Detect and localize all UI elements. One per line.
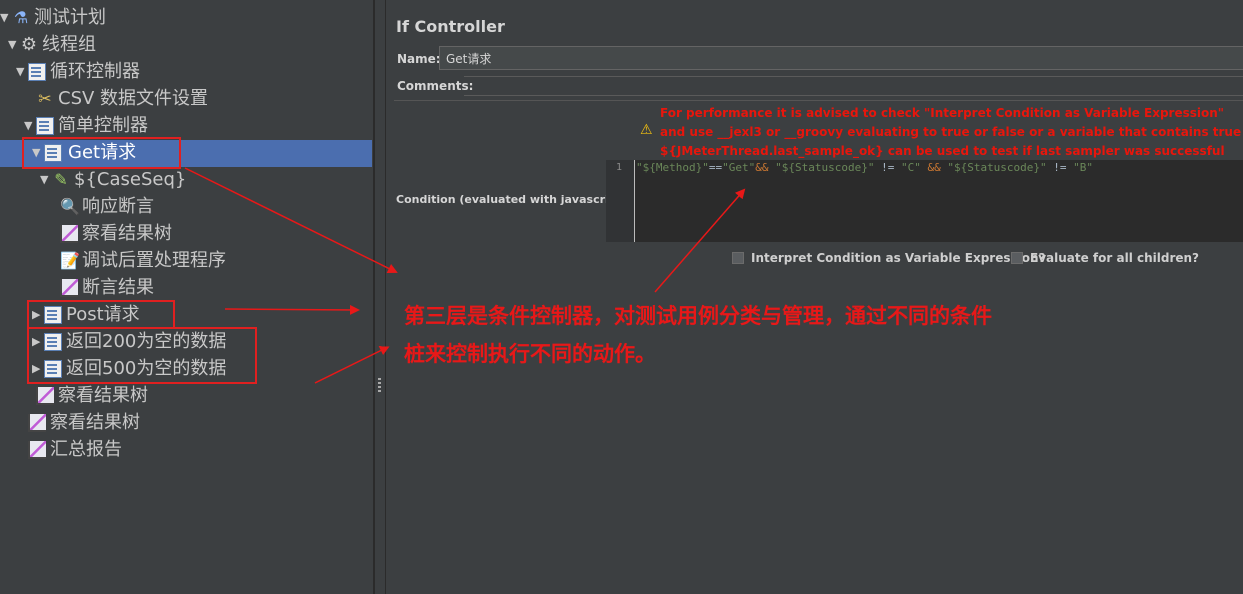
name-input[interactable] [439, 46, 1243, 70]
line-gutter: 1 [606, 160, 635, 242]
warning-icon: ⚠ [640, 122, 653, 138]
interpret-checkbox-label: Interpret Condition as Variable Expressi… [751, 251, 1046, 265]
graph-icon [28, 441, 46, 459]
comments-input[interactable] [464, 76, 1243, 96]
magnifier-icon: 🔍 [60, 197, 80, 216]
warning-line-3: ${JMeterThread.last_sample_ok} can be us… [660, 144, 1225, 158]
condition-editor[interactable]: 1 "${Method}"=="Get"&& "${Statuscode}" !… [606, 160, 1243, 242]
tree-node-view-results-tree-2[interactable]: 察看结果树 [24, 383, 148, 409]
comments-label: Comments: [397, 79, 474, 93]
annotation-text-line-2: 桩来控制执行不同的动作。 [404, 342, 656, 366]
tree-node-view-results-tree-1[interactable]: 察看结果树 [48, 221, 172, 247]
controller-icon [28, 63, 46, 81]
tree-node-loop-controller[interactable]: ▼ 循环控制器 [16, 59, 140, 85]
expand-toggle-icon[interactable]: ▼ [16, 59, 28, 85]
tree-node-summary-report[interactable]: 汇总报告 [16, 437, 122, 463]
panel-title: If Controller [396, 17, 505, 36]
controller-icon [36, 117, 54, 135]
flask-icon: ⚗ [13, 8, 29, 27]
tools-icon: ✂ [38, 89, 52, 108]
tree-node-assertion-results[interactable]: 断言结果 [48, 275, 154, 301]
expand-toggle-icon[interactable]: ▼ [24, 113, 36, 139]
test-plan-tree[interactable]: ▼ ⚗ 测试计划 ▼ ⚙ 线程组 ▼ 循环控制器 ✂ CSV 数据文件设置 ▼ 简单控制器 ▼… [0, 0, 374, 594]
expand-toggle-icon[interactable]: ▼ [8, 32, 20, 58]
tree-node-simple-controller[interactable]: ▼ 简单控制器 [24, 113, 148, 139]
evaluate-children-label: Evaluate for all children? [1030, 251, 1200, 265]
divider [394, 100, 1243, 101]
graph-icon [60, 225, 78, 243]
pane-splitter[interactable] [374, 0, 386, 594]
tree-node-view-results-tree-3[interactable]: 察看结果树 [16, 410, 140, 436]
tree-node-csv-config[interactable]: ✂ CSV 数据文件设置 [24, 86, 208, 112]
interpret-checkbox[interactable] [732, 252, 744, 264]
sampler-icon: ✎ [54, 170, 68, 189]
splitter-grip-icon[interactable] [378, 378, 381, 392]
warning-line-2: and use __jexl3 or __groovy evaluating t… [660, 125, 1243, 139]
expand-toggle-icon[interactable]: ▼ [40, 167, 52, 193]
expand-toggle-icon[interactable]: ▼ [0, 5, 12, 31]
name-label: Name: [397, 52, 441, 66]
condition-label: Condition (evaluated with javascript) [396, 193, 627, 206]
gear-icon: ⚙ [20, 34, 38, 55]
graph-icon [60, 279, 78, 297]
if-controller-panel: If Controller Name: Comments: ⚠ For perf… [386, 0, 1243, 594]
line-number: 1 [616, 162, 623, 173]
warning-line-1: For performance it is advised to check "… [660, 106, 1225, 120]
tree-node-response-assertion[interactable]: 🔍 响应断言 [48, 194, 154, 220]
graph-icon [36, 387, 54, 405]
evaluate-children-checkbox[interactable] [1011, 252, 1023, 264]
condition-code[interactable]: "${Method}"=="Get"&& "${Statuscode}" != … [636, 161, 1093, 174]
annotation-box-post [27, 300, 175, 329]
tree-node-caseseq[interactable]: ▼ ✎ ${CaseSeq} [40, 167, 186, 193]
graph-icon [28, 414, 46, 432]
annotation-text-line-1: 第三层是条件控制器，对测试用例分类与管理，通过不同的条件 [404, 304, 992, 328]
tree-node-debug-postprocessor[interactable]: 📝 调试后置处理程序 [48, 248, 226, 274]
annotation-box-return [27, 327, 257, 384]
tree-node-thread-group[interactable]: ▼ ⚙ 线程组 [8, 32, 96, 58]
annotation-box-get [22, 137, 181, 169]
tree-node-test-plan[interactable]: ▼ ⚗ 测试计划 [0, 5, 106, 31]
document-icon: 📝 [60, 251, 80, 270]
